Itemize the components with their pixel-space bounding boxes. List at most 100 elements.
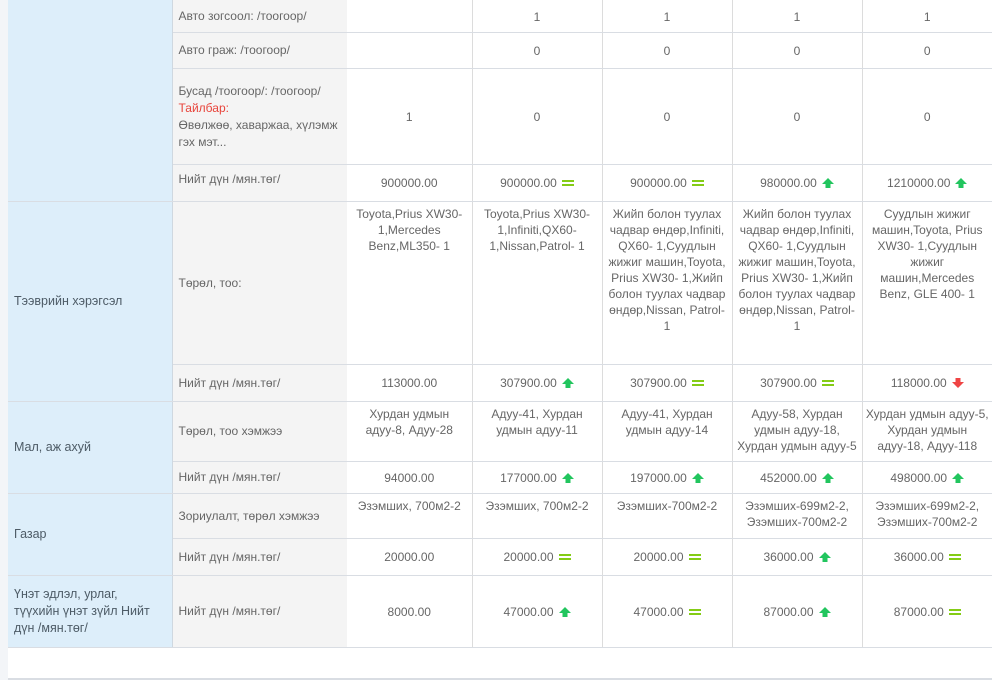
total-value: 94000.00 (384, 470, 435, 485)
row-label-total: Нийт дүн /мян.төг/ (172, 461, 347, 494)
total-cell: 118000.00 (861, 364, 992, 402)
total-cell: 20000.00 (601, 538, 732, 576)
category-cell-livestock: Мал, аж ахуй (8, 401, 173, 494)
value-cell: Эзэмших, 700м2-2 (347, 493, 472, 539)
equal-icon (691, 178, 704, 188)
row-label-total: Нийт дүн /мян.төг/ (172, 575, 347, 648)
arrow-down-icon (951, 378, 964, 388)
value-cell: Toyota,Prius XW30-1,Infiniti,QX60-1,Niss… (471, 201, 602, 365)
value-cell: 0 (861, 32, 992, 69)
total-cell: 307900.00 (731, 364, 862, 402)
arrow-up-icon (818, 606, 831, 617)
value-cell: 0 (471, 68, 602, 165)
arrow-up-icon (821, 178, 834, 188)
value-cell: Жийп болон туулах чадвар өндөр,Infiniti,… (731, 201, 862, 365)
total-value: 87000.00 (893, 604, 944, 619)
row-label-type: Төрөл, тоо: (172, 201, 347, 365)
note-label: Тайлбар: (178, 100, 229, 115)
table-row-car-parking: Авто зогсоол: /тоогоор/ 1 1 1 1 (8, 0, 992, 202)
table-row-land-type: Газар Зориулалт, төрөл хэмжээ Эзэмших, 7… (8, 493, 992, 576)
total-value: 900000.00 (380, 176, 438, 190)
total-cell: 177000.00 (471, 461, 602, 494)
category-cell-real-estate (8, 0, 173, 202)
note-text: Өвөлжөө, хаваржаа, хүлэмж гэх мэт... (178, 117, 338, 149)
category-cell-valuables: Үнэт эдлэл, урлаг, түүхийн үнэт зүйл Ний… (8, 575, 173, 648)
total-value: 498000.00 (890, 470, 948, 485)
equal-icon (561, 178, 574, 188)
total-cell: 47000.00 (601, 575, 732, 648)
other-label: Бусад /тоогоор/: /тоогоор/ (178, 83, 321, 98)
value-cell: Эзэмших-699м2-2, Эзэмших-700м2-2 (861, 493, 992, 539)
equal-icon (948, 607, 961, 617)
arrow-up-icon (561, 472, 574, 483)
total-cell: 452000.00 (731, 461, 862, 494)
table-row-livestock-type: Мал, аж ахуй Төрөл, тоо хэмжээ Хурдан уд… (8, 401, 992, 494)
total-value: 20000.00 (503, 550, 554, 564)
table-row-vehicles-type: Тээврийн хэрэгсэл Төрөл, тоо: Toyota,Pri… (8, 201, 992, 402)
total-value: 47000.00 (503, 604, 554, 619)
total-cell: 197000.00 (601, 461, 732, 494)
arrow-up-icon (561, 378, 574, 388)
arrow-up-icon (952, 472, 965, 483)
value-cell: 0 (471, 32, 602, 69)
total-cell: 8000.00 (347, 575, 472, 648)
value-cell: 1 (861, 0, 992, 33)
total-value: 36000.00 (763, 550, 814, 564)
arrow-up-icon (558, 606, 571, 617)
value-cell: 0 (601, 32, 732, 69)
total-cell: 498000.00 (861, 461, 992, 494)
total-value: 20000.00 (384, 550, 435, 564)
row-label-other: Бусад /тоогоор/: /тоогоор/ Тайлбар: Өвөл… (172, 68, 347, 165)
asset-comparison-table: Авто зогсоол: /тоогоор/ 1 1 1 1 Авто гра… (8, 0, 992, 648)
total-cell: 20000.00 (347, 538, 472, 576)
total-value: 36000.00 (893, 550, 944, 564)
value-cell: Адуу-58, Хурдан удмын адуу-18, Хурдан уд… (731, 401, 862, 462)
row-label-car-parking: Авто зогсоол: /тоогоор/ (172, 0, 347, 33)
value-cell: 0 (601, 68, 732, 165)
row-label-total: Нийт дүн /мян.төг/ (172, 364, 347, 402)
equal-icon (558, 552, 571, 562)
value-cell: 0 (731, 32, 862, 69)
total-value: 113000.00 (381, 376, 438, 390)
value-cell: Хурдан удмын адуу-8, Адуу-28 (347, 401, 472, 462)
total-cell: 900000.00 (347, 164, 472, 202)
value-cell: 1 (731, 0, 862, 33)
value-cell: Эзэмших-700м2-2 (601, 493, 732, 539)
total-value: 177000.00 (500, 470, 557, 485)
total-cell: 94000.00 (347, 461, 472, 494)
total-cell: 307900.00 (601, 364, 732, 402)
row-label-purpose: Зориулалт, төрөл хэмжээ (172, 493, 347, 539)
arrow-up-icon (818, 552, 831, 562)
total-value: 197000.00 (630, 470, 687, 485)
row-label-type: Төрөл, тоо хэмжээ (172, 401, 347, 462)
total-value: 452000.00 (760, 470, 817, 485)
total-cell: 1210000.00 (861, 164, 992, 202)
equal-icon (948, 552, 961, 562)
value-cell: Хурдан удмын адуу-5, Хурдан удмын адуу-1… (861, 401, 992, 462)
total-value: 20000.00 (633, 550, 684, 564)
total-cell: 47000.00 (471, 575, 602, 648)
value-cell (347, 32, 472, 69)
table-row-securities-total: Үнэт эдлэл, урлаг, түүхийн үнэт зүйл Ний… (8, 575, 992, 648)
total-cell: 36000.00 (731, 538, 862, 576)
value-cell: Суудлын жижиг машин,Toyota, Prius XW30- … (861, 201, 992, 365)
value-cell: Адуу-41, Хурдан удмын адуу-14 (601, 401, 732, 462)
total-cell: 980000.00 (731, 164, 862, 202)
total-cell: 36000.00 (861, 538, 992, 576)
value-cell: Toyota,Prius XW30-1,Mercedes Benz,ML350-… (347, 201, 472, 365)
row-label-garage: Авто граж: /тоогоор/ (172, 32, 347, 69)
arrow-up-icon (821, 472, 834, 483)
category-cell-land: Газар (8, 493, 173, 576)
total-value: 307900.00 (500, 376, 557, 390)
total-cell: 900000.00 (471, 164, 602, 202)
value-cell: 1 (471, 0, 602, 33)
total-value: 118000.00 (890, 376, 947, 390)
total-value: 1210000.00 (887, 176, 951, 190)
equal-icon (688, 552, 701, 562)
total-value: 47000.00 (633, 604, 684, 619)
value-cell: 0 (861, 68, 992, 165)
equal-icon (821, 378, 834, 388)
value-cell (347, 0, 472, 33)
value-cell: 1 (347, 68, 472, 165)
value-cell: Жийп болон туулах чадвар өндөр,Infiniti,… (601, 201, 732, 365)
